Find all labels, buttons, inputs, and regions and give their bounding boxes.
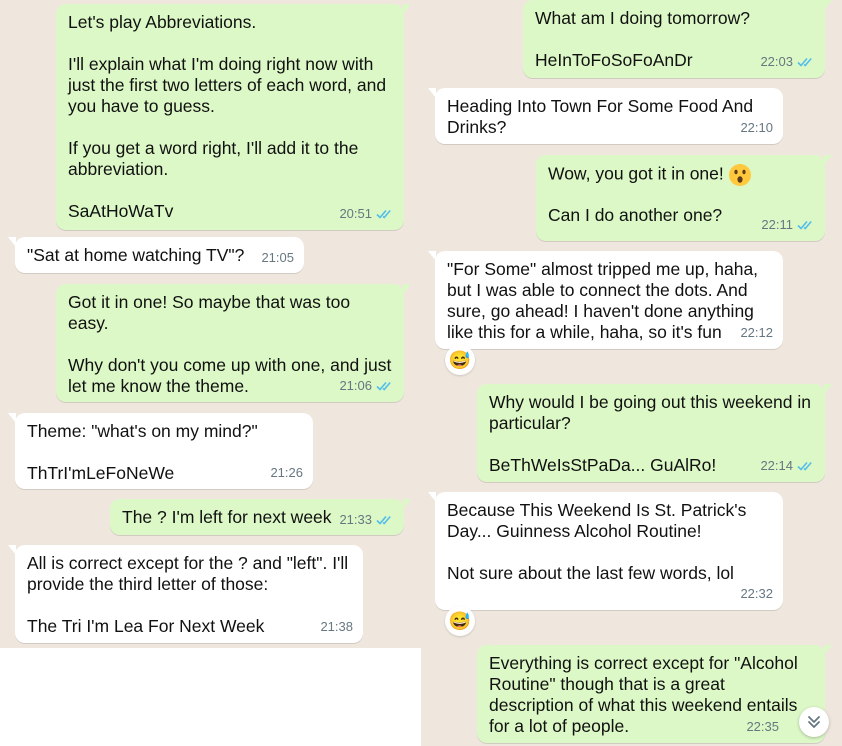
message-time: 22:11 [761, 217, 793, 232]
reaction-badge[interactable]: 😅 [445, 606, 475, 636]
message-text: All is correct except for the ? and "lef… [27, 553, 349, 636]
message-text: "For Some" almost tripped me up, haha, b… [447, 259, 763, 342]
message-text-line: Wow, you got it in one! [548, 163, 724, 184]
message-bubble-outgoing[interactable]: Everything is correct except for "Alcoho… [477, 645, 832, 743]
message-time: 22:10 [740, 120, 773, 135]
message-bubble-incoming[interactable]: Because This Weekend Is St. Patrick's Da… [428, 492, 783, 610]
message-meta: 22:35 [746, 716, 779, 737]
double-check-icon [797, 220, 812, 230]
message-text: Heading Into Town For Some Food And Drin… [447, 96, 758, 137]
message-bubble-outgoing[interactable]: Wow, you got it in one! Can I do another… [536, 155, 832, 241]
message-meta: 22:12 [740, 322, 773, 343]
message-time: 21:06 [339, 378, 372, 393]
astonished-face-icon [728, 164, 751, 186]
blank-area [0, 648, 421, 746]
reaction-badge[interactable]: 😅 [445, 345, 475, 375]
message-meta: 21:33 [339, 509, 394, 530]
message-bubble-outgoing[interactable]: Let's play Abbreviations. I'll explain w… [56, 4, 411, 230]
chat-panel-left: Let's play Abbreviations. I'll explain w… [0, 0, 421, 746]
double-check-icon [376, 515, 391, 525]
message-time: 21:05 [261, 250, 294, 265]
message-time: 21:26 [270, 465, 303, 480]
message-meta: 22:10 [740, 117, 773, 138]
double-check-icon [376, 381, 391, 391]
chevron-double-down-icon [808, 716, 820, 728]
message-time: 22:14 [760, 458, 793, 473]
message-time: 22:03 [760, 54, 793, 69]
double-check-icon [376, 209, 391, 219]
message-meta: 21:06 [339, 375, 394, 396]
message-meta: 22:14 [760, 455, 815, 476]
message-bubble-outgoing[interactable]: The ? I'm left for next week 21:33 [110, 499, 411, 535]
message-text: Theme: "what's on my mind?" ThTrI'mLeFoN… [27, 421, 258, 483]
message-meta: 20:51 [339, 203, 394, 224]
message-text: Let's play Abbreviations. I'll explain w… [68, 12, 387, 221]
message-text: Wow, you got it in one! [548, 163, 813, 187]
chat-panel-right: What am I doing tomorrow? HeInToFoSoFoAn… [421, 0, 842, 746]
message-time: 20:51 [339, 206, 372, 221]
message-meta: 22:03 [760, 51, 815, 72]
message-meta: 22:32 [740, 583, 773, 604]
message-time: 22:32 [740, 586, 773, 601]
double-check-icon [797, 57, 812, 67]
message-bubble-incoming[interactable]: "Sat at home watching TV"? 21:05 [8, 237, 304, 273]
grinning-sweat-face-icon: 😅 [448, 610, 472, 631]
message-time: 21:38 [320, 619, 353, 634]
message-bubble-incoming[interactable]: Heading Into Town For Some Food And Drin… [428, 88, 783, 144]
message-bubble-outgoing[interactable]: Got it in one! So maybe that was too eas… [56, 284, 411, 402]
message-meta: 21:26 [270, 462, 303, 483]
message-meta: 21:05 [261, 247, 294, 268]
message-time: 21:33 [339, 512, 372, 527]
double-check-icon [797, 461, 812, 471]
message-time: 22:12 [740, 325, 773, 340]
message-text: Because This Weekend Is St. Patrick's Da… [447, 500, 747, 583]
message-time: 22:35 [746, 719, 779, 734]
message-bubble-incoming[interactable]: "For Some" almost tripped me up, haha, b… [428, 251, 783, 349]
message-bubble-incoming[interactable]: All is correct except for the ? and "lef… [8, 545, 363, 643]
grinning-sweat-face-icon: 😅 [448, 349, 472, 370]
message-meta: 21:38 [320, 616, 353, 637]
message-meta: 22:11 [761, 214, 815, 235]
message-bubble-incoming[interactable]: Theme: "what's on my mind?" ThTrI'mLeFoN… [8, 413, 313, 489]
scroll-to-bottom-button[interactable] [799, 707, 829, 737]
message-bubble-outgoing[interactable]: Why would I be going out this weekend in… [477, 384, 832, 482]
message-bubble-outgoing[interactable]: What am I doing tomorrow? HeInToFoSoFoAn… [523, 0, 832, 78]
message-text: "Sat at home watching TV"? [27, 245, 245, 265]
